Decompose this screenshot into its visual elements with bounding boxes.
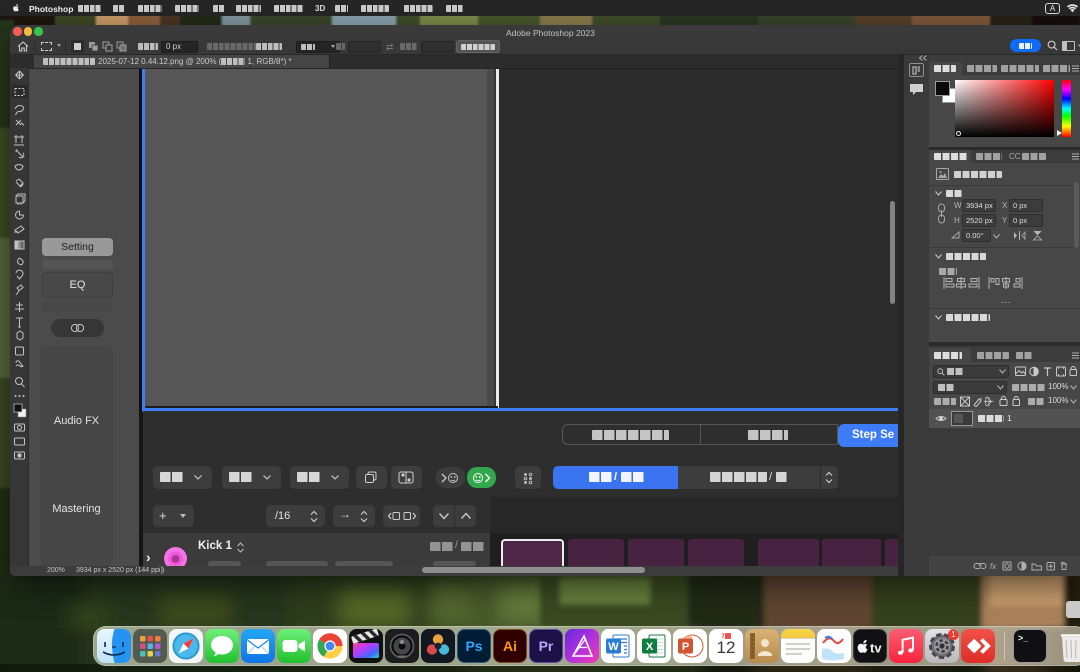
svg-text:tv: tv <box>870 641 882 656</box>
svg-text:fx: fx <box>990 562 997 571</box>
svg-text:X: X <box>646 641 654 653</box>
svg-text:P: P <box>682 641 689 653</box>
svg-text:W: W <box>608 641 619 653</box>
